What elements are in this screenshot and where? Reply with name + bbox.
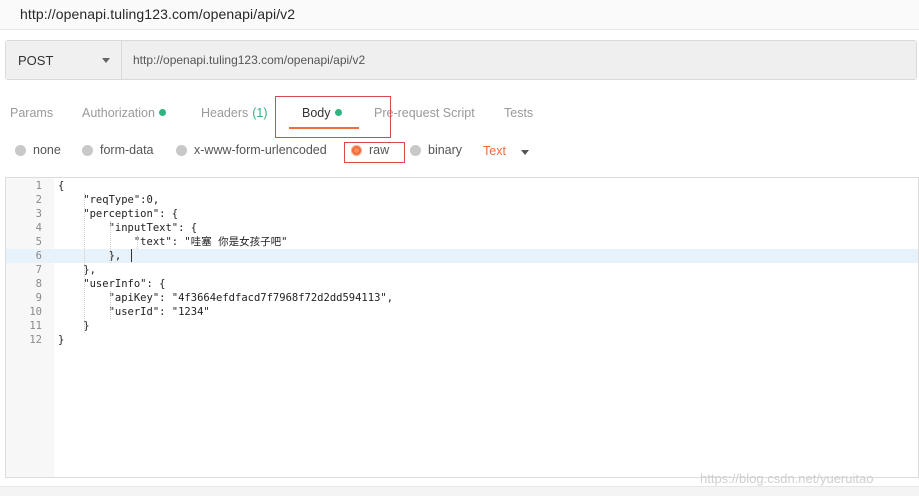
code-line-current: 6 }, <box>6 249 918 263</box>
tab-tests[interactable]: Tests <box>504 106 533 120</box>
tab-label: Headers <box>201 106 249 120</box>
line-number: 5 <box>35 236 42 248</box>
radio-label: x-www-form-urlencoded <box>194 143 327 157</box>
code-text: }, <box>58 264 96 276</box>
code-text: "inputText": { <box>58 222 198 234</box>
code-text: "perception": { <box>58 208 179 220</box>
method-select[interactable]: POST <box>6 41 122 79</box>
code-text: }, <box>58 250 122 262</box>
body-code-editor[interactable]: 1{ 2 "reqType":0, 3 "perception": { 4 "i… <box>5 177 919 478</box>
code-text: "text": "哇塞 你是女孩子吧" <box>58 236 288 248</box>
code-text: "userId": "1234" <box>58 306 210 318</box>
request-bar: POST http://openapi.tuling123.com/openap… <box>5 40 917 80</box>
text-cursor <box>131 249 132 262</box>
tab-label: Tests <box>504 106 534 120</box>
code-line: 8 "userInfo": { <box>6 277 918 291</box>
indent-guide <box>110 291 111 319</box>
radio-label: none <box>33 143 61 157</box>
tab-params[interactable]: Params <box>10 106 53 120</box>
line-number: 7 <box>35 264 42 276</box>
request-tabs: Params Authorization Headers (1) Body Pre… <box>0 96 919 132</box>
tab-count-badge: (1) <box>252 106 268 120</box>
radio-circle-icon <box>410 145 421 156</box>
code-text: { <box>58 180 65 192</box>
radio-circle-icon <box>82 145 93 156</box>
line-number: 6 <box>35 250 42 262</box>
url-title-bar: http://openapi.tuling123.com/openapi/api… <box>0 0 919 30</box>
code-line: 3 "perception": { <box>6 207 918 221</box>
annotation-highlight-body-tab <box>275 96 391 138</box>
line-number: 12 <box>29 334 42 346</box>
code-line: 5 "text": "哇塞 你是女孩子吧" <box>6 235 918 249</box>
tab-label: Params <box>10 106 54 120</box>
tab-label: Authorization <box>82 106 155 120</box>
line-number: 8 <box>35 278 42 290</box>
url-value: http://openapi.tuling123.com/openapi/api… <box>133 53 366 67</box>
code-text: } <box>58 334 65 346</box>
status-footer <box>0 486 919 496</box>
tab-headers[interactable]: Headers (1) <box>201 106 268 120</box>
radio-circle-icon <box>15 145 26 156</box>
annotation-highlight-raw <box>344 142 405 163</box>
radio-label: binary <box>428 143 463 157</box>
code-line: 2 "reqType":0, <box>6 193 918 207</box>
code-line: 4 "inputText": { <box>6 221 918 235</box>
code-line: 11 } <box>6 319 918 333</box>
method-label: POST <box>18 53 54 68</box>
code-text: "apiKey": "4f3664efdfacd7f7968f72d2dd594… <box>58 292 394 304</box>
line-number: 4 <box>35 222 42 234</box>
line-number: 10 <box>29 306 42 318</box>
radio-circle-icon <box>176 145 187 156</box>
line-number: 3 <box>35 208 42 220</box>
code-text: "reqType":0, <box>58 194 160 206</box>
code-line: 7 }, <box>6 263 918 277</box>
line-number: 1 <box>35 180 42 192</box>
format-select[interactable]: Text <box>483 144 506 158</box>
indent-guide <box>110 221 111 263</box>
tab-authorization[interactable]: Authorization <box>82 106 166 120</box>
body-type-radio-group: none form-data x-www-form-urlencoded raw… <box>0 140 919 166</box>
indent-guide <box>84 193 85 333</box>
chevron-down-icon[interactable] <box>521 150 529 155</box>
indent-guide <box>137 235 138 249</box>
status-dot-icon <box>158 109 166 116</box>
code-line: 9 "apiKey": "4f3664efdfacd7f7968f72d2dd5… <box>6 291 918 305</box>
code-line: 1{ <box>6 179 918 193</box>
radio-label: form-data <box>100 143 154 157</box>
line-number: 9 <box>35 292 42 304</box>
code-line: 12} <box>6 333 918 347</box>
line-number: 11 <box>29 320 42 332</box>
window-title: http://openapi.tuling123.com/openapi/api… <box>20 6 296 22</box>
watermark: https://blog.csdn.net/yueruitao <box>700 471 874 486</box>
chevron-down-icon <box>102 58 110 63</box>
code-text: "userInfo": { <box>58 278 166 290</box>
line-number: 2 <box>35 194 42 206</box>
url-input[interactable]: http://openapi.tuling123.com/openapi/api… <box>123 41 916 79</box>
code-line: 10 "userId": "1234" <box>6 305 918 319</box>
